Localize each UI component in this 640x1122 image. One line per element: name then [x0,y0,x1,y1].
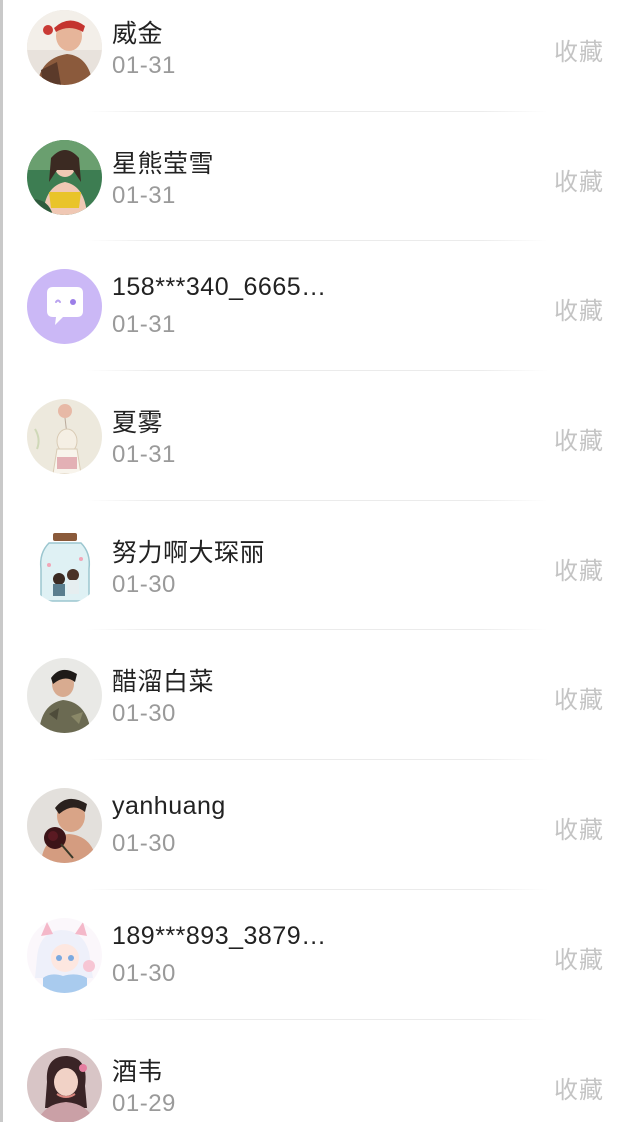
avatar[interactable] [27,658,102,734]
avatar-photo-icon [27,1047,102,1122]
collect-button[interactable]: 收藏 [554,162,604,197]
user-name: 威金 [112,20,164,48]
avatar[interactable] [27,917,102,993]
avatar-illustration-icon [27,528,102,604]
list-item[interactable]: 189***893_3879… 01-30 收藏 [0,890,640,1020]
collect-button[interactable]: 收藏 [554,421,604,456]
avatar[interactable] [27,528,102,604]
favorites-list-page: 威金 01-31 收藏 星熊莹雪 01-31 收藏 158***340_6665… [0,0,640,1122]
user-name: 星熊莹雪 [112,149,215,178]
favorite-date: 01-31 [112,181,176,209]
user-name: 醋溜白菜 [112,668,215,697]
chat-bubble-icon [27,269,102,345]
list-item[interactable]: 158***340_6665… 01-31 收藏 [0,241,640,372]
collect-button[interactable]: 收藏 [554,1070,604,1105]
list-item[interactable]: 酒韦 01-29 收藏 [0,1020,640,1122]
list-item[interactable]: 醋溜白菜 01-30 收藏 [0,630,640,761]
collect-button[interactable]: 收藏 [554,551,604,586]
avatar[interactable] [27,269,102,345]
avatar[interactable] [27,788,102,864]
user-list: 威金 01-31 收藏 星熊莹雪 01-31 收藏 158***340_6665… [0,0,640,1122]
favorite-date: 01-30 [112,959,176,987]
avatar-photo-icon [27,788,102,864]
collect-button[interactable]: 收藏 [554,940,604,975]
favorite-date: 01-31 [112,52,176,79]
avatar[interactable] [27,139,102,215]
favorite-date: 01-31 [112,441,176,469]
user-name: 酒韦 [112,1057,164,1086]
avatar-photo-icon [27,658,102,734]
avatar-photo-icon [27,139,102,215]
avatar-illustration-icon [27,399,102,475]
favorite-date: 01-29 [112,1089,176,1117]
user-name: 158***340_6665… [112,273,327,302]
user-name: yanhuang [112,792,226,821]
collect-button[interactable]: 收藏 [554,810,604,845]
favorite-date: 01-31 [112,311,176,339]
avatar[interactable] [27,10,102,85]
list-item[interactable]: 努力啊大琛丽 01-30 收藏 [0,501,640,631]
collect-button[interactable]: 收藏 [554,291,604,326]
avatar-photo-icon [27,10,102,85]
favorite-date: 01-30 [112,700,176,728]
list-item[interactable]: 夏雾 01-31 收藏 [0,371,640,501]
avatar-anime-icon [27,917,102,993]
collect-button[interactable]: 收藏 [554,680,604,715]
user-name: 努力啊大琛丽 [112,538,266,567]
favorite-date: 01-30 [112,570,176,598]
avatar[interactable] [27,1047,102,1122]
list-item[interactable]: 威金 01-31 收藏 [0,0,640,112]
user-name: 189***893_3879… [112,921,327,950]
collect-button[interactable]: 收藏 [554,32,604,67]
avatar[interactable] [27,399,102,475]
list-item[interactable]: yanhuang 01-30 收藏 [0,760,640,890]
favorite-date: 01-30 [112,830,176,858]
user-name: 夏雾 [112,409,164,438]
list-item[interactable]: 星熊莹雪 01-31 收藏 [0,112,640,242]
